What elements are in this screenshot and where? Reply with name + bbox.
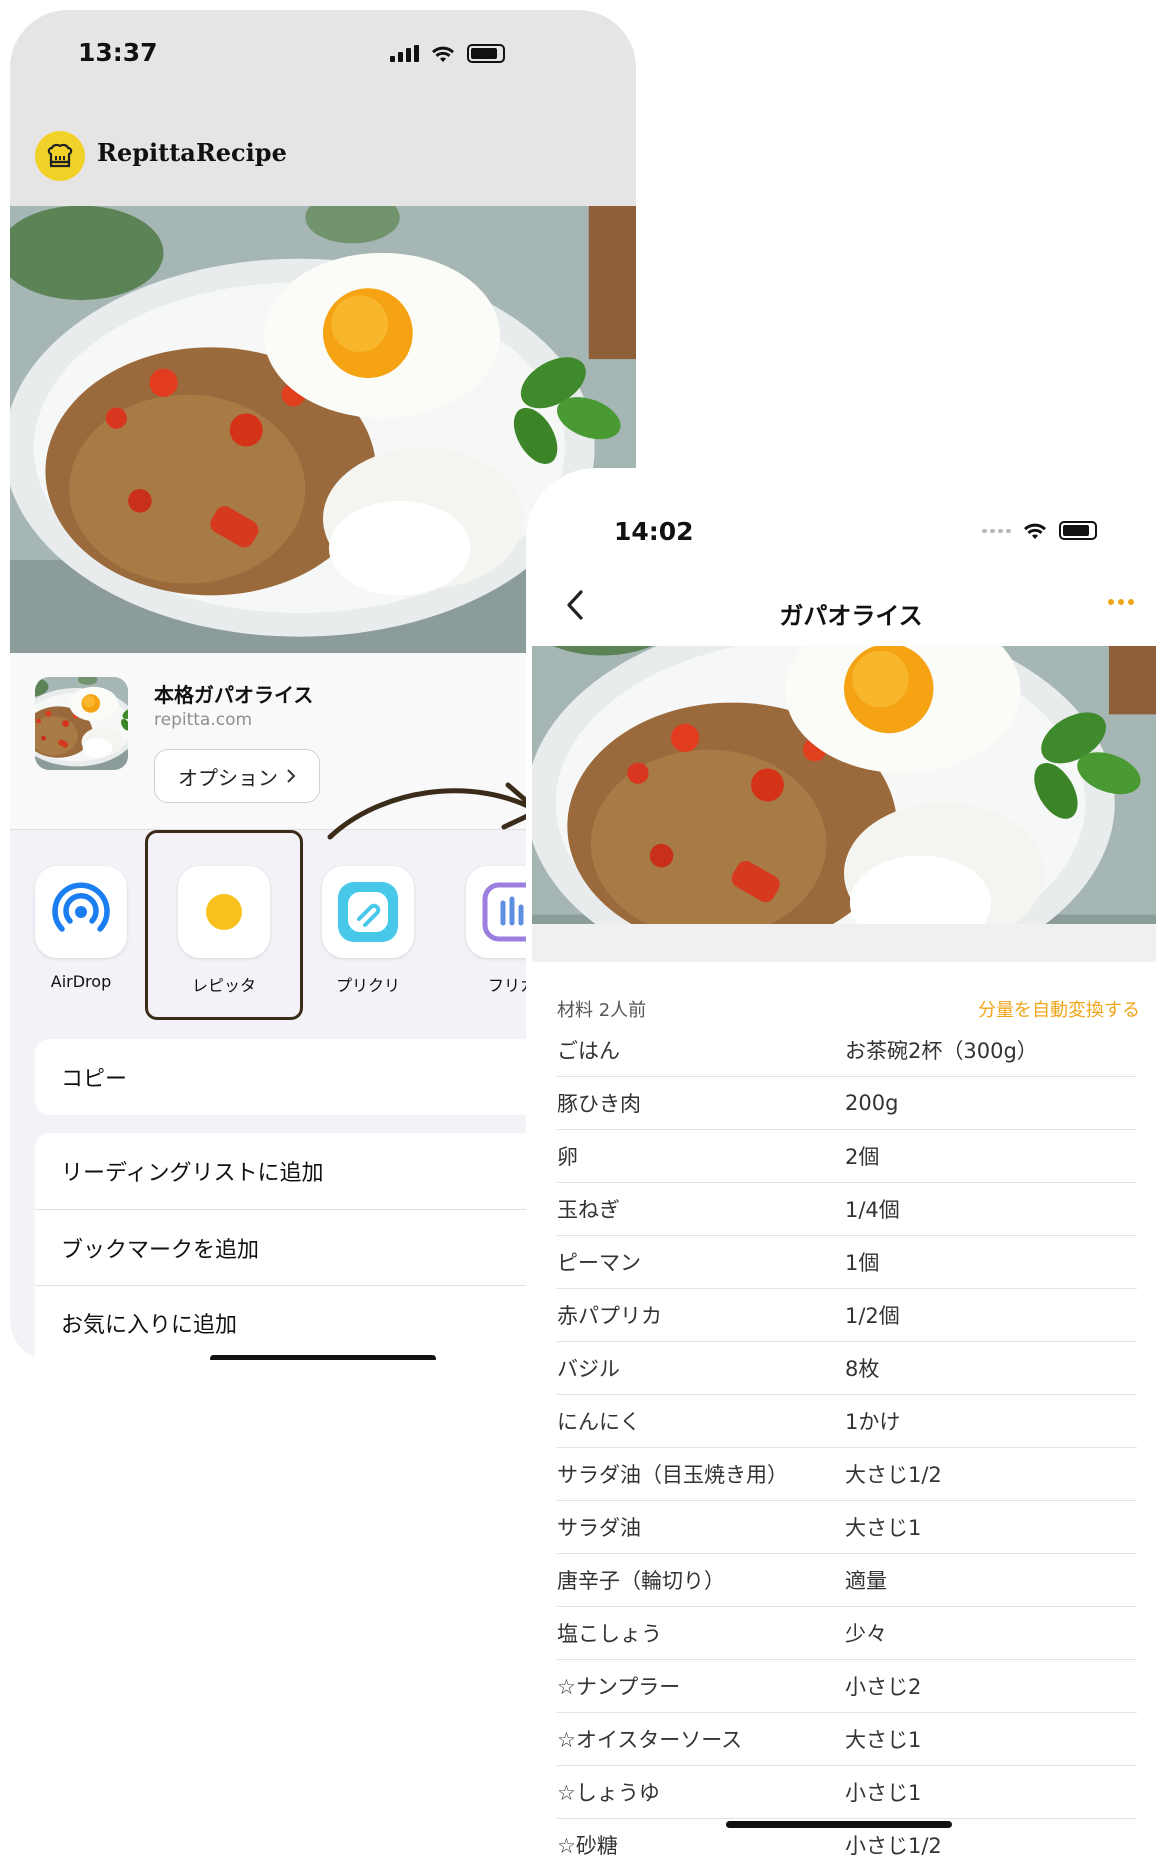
ingredient-quantity: 適量 (845, 1569, 887, 1593)
options-label: オプション (178, 765, 278, 790)
ingredient-name: ☆しょうゆ (557, 1781, 660, 1805)
ingredient-row: 豚ひき肉 200g (557, 1077, 1137, 1130)
ingredient-quantity: 200g (845, 1091, 899, 1115)
cellular-signal-icon (390, 45, 419, 62)
battery-icon (1059, 521, 1097, 540)
ingredient-name: 玉ねぎ (557, 1198, 620, 1222)
ingredient-quantity: 小さじ1 (845, 1781, 922, 1805)
repitta-logo-icon (35, 131, 85, 181)
more-options-icon[interactable] (1108, 599, 1134, 605)
chevron-right-icon (287, 769, 296, 783)
ingredient-quantity: 大さじ1 (845, 1516, 922, 1540)
ingredient-quantity: 大さじ1 (845, 1728, 922, 1752)
options-button[interactable]: オプション (154, 749, 320, 803)
wifi-icon (432, 46, 454, 62)
page-thumbnail (35, 677, 128, 770)
ingredient-name: サラダ油 (557, 1516, 641, 1540)
ingredient-row: サラダ油（目玉焼き用） 大さじ1/2 (557, 1448, 1137, 1501)
share-app-label: AirDrop (50, 972, 112, 991)
home-indicator (210, 1355, 436, 1360)
ingredient-row: ☆しょうゆ 小さじ1 (557, 1766, 1137, 1819)
ingredient-quantity: 2個 (845, 1145, 880, 1169)
ingredient-row: ごはん お茶碗2杯（300g） (557, 1024, 1137, 1077)
ingredient-row: サラダ油 大さじ1 (557, 1501, 1137, 1554)
ingredient-row: 赤パプリカ 1/2個 (557, 1289, 1137, 1342)
ingredients-header: 材料 2人前 (557, 1000, 647, 1021)
ingredients-list: ごはん お茶碗2杯（300g） 豚ひき肉 200g 卵 2個玉ねぎ 1/4個ピーマン 1個赤パ… (557, 1024, 1137, 1864)
ingredient-quantity: 大さじ1/2 (845, 1463, 942, 1487)
ingredient-row: バジル 8枚 (557, 1342, 1137, 1395)
share-page-title: 本格ガパオライス (154, 683, 314, 707)
ingredient-name: サラダ油（目玉焼き用） (557, 1463, 788, 1487)
repitta-highlight-frame (145, 830, 303, 1020)
wifi-icon (1024, 523, 1046, 539)
cellular-signal-icon (982, 528, 1011, 533)
ingredient-name: 赤パプリカ (557, 1304, 662, 1328)
ingredient-name: バジル (557, 1357, 620, 1381)
ingredient-row: にんにく 1かけ (557, 1395, 1137, 1448)
ingredient-row: ☆オイスターソース 大さじ1 (557, 1713, 1137, 1766)
ingredient-quantity: 1/4個 (845, 1198, 900, 1222)
home-indicator (726, 1821, 952, 1828)
auto-convert-link[interactable]: 分量を自動変換する (978, 996, 1140, 1022)
status-icons (390, 44, 505, 63)
photo-footer-band (532, 924, 1156, 962)
share-app-purikuri[interactable]: プリクリ (322, 866, 414, 996)
share-page-domain: repitta.com (154, 710, 253, 730)
purikuri-icon (322, 866, 414, 958)
ingredient-row: ☆ナンプラー 小さじ2 (557, 1660, 1137, 1713)
ingredient-name: にんにく (557, 1410, 641, 1434)
recipe-photo (532, 646, 1156, 924)
ingredient-quantity: 小さじ1/2 (845, 1834, 942, 1858)
airdrop-icon (35, 866, 127, 958)
ingredient-name: 塩こしょう (557, 1622, 662, 1646)
share-app-airdrop[interactable]: AirDrop (35, 866, 127, 991)
share-app-label: プリクリ (335, 976, 400, 995)
ingredient-row: 卵 2個 (557, 1130, 1137, 1183)
status-time: 14:02 (614, 517, 694, 546)
ingredient-name: 豚ひき肉 (557, 1092, 641, 1116)
status-time: 13:37 (78, 38, 158, 67)
ingredient-quantity: 1個 (845, 1251, 880, 1275)
ingredient-name: 唐辛子（輪切り） (557, 1569, 725, 1593)
ingredient-name: ☆ナンプラー (557, 1675, 681, 1699)
status-icons (982, 521, 1097, 540)
ingredient-row: ピーマン 1個 (557, 1236, 1137, 1289)
app-name: RepittaRecipe (97, 138, 287, 167)
safari-header: 13:37 RepittaRecipe (10, 10, 636, 206)
ingredient-quantity: 8枚 (845, 1357, 880, 1381)
ingredient-quantity: 少々 (845, 1622, 887, 1646)
ingredient-name: 卵 (557, 1145, 578, 1169)
battery-icon (467, 44, 505, 63)
ingredient-name: ☆オイスターソース (557, 1728, 743, 1752)
ingredient-quantity: お茶碗2杯（300g） (845, 1039, 1038, 1063)
recipe-detail-phone: 14:02 ガパオライス 材料 2人前 分量を自動変換する ごはん お茶碗2杯（3… (526, 468, 1176, 1864)
ingredient-quantity: 1かけ (845, 1410, 901, 1434)
ingredient-name: ☆砂糖 (557, 1834, 618, 1858)
ingredient-row: 玉ねぎ 1/4個 (557, 1183, 1137, 1236)
ingredient-quantity: 1/2個 (845, 1304, 900, 1328)
ingredient-name: ごはん (557, 1039, 620, 1063)
ingredient-row: 塩こしょう 少々 (557, 1607, 1137, 1660)
ingredient-quantity: 小さじ2 (845, 1675, 922, 1699)
transition-arrow-icon (327, 782, 541, 840)
nav-title: ガパオライス (779, 602, 923, 630)
ingredient-row: 唐辛子（輪切り） 適量 (557, 1554, 1137, 1607)
ingredient-name: ピーマン (557, 1251, 641, 1275)
